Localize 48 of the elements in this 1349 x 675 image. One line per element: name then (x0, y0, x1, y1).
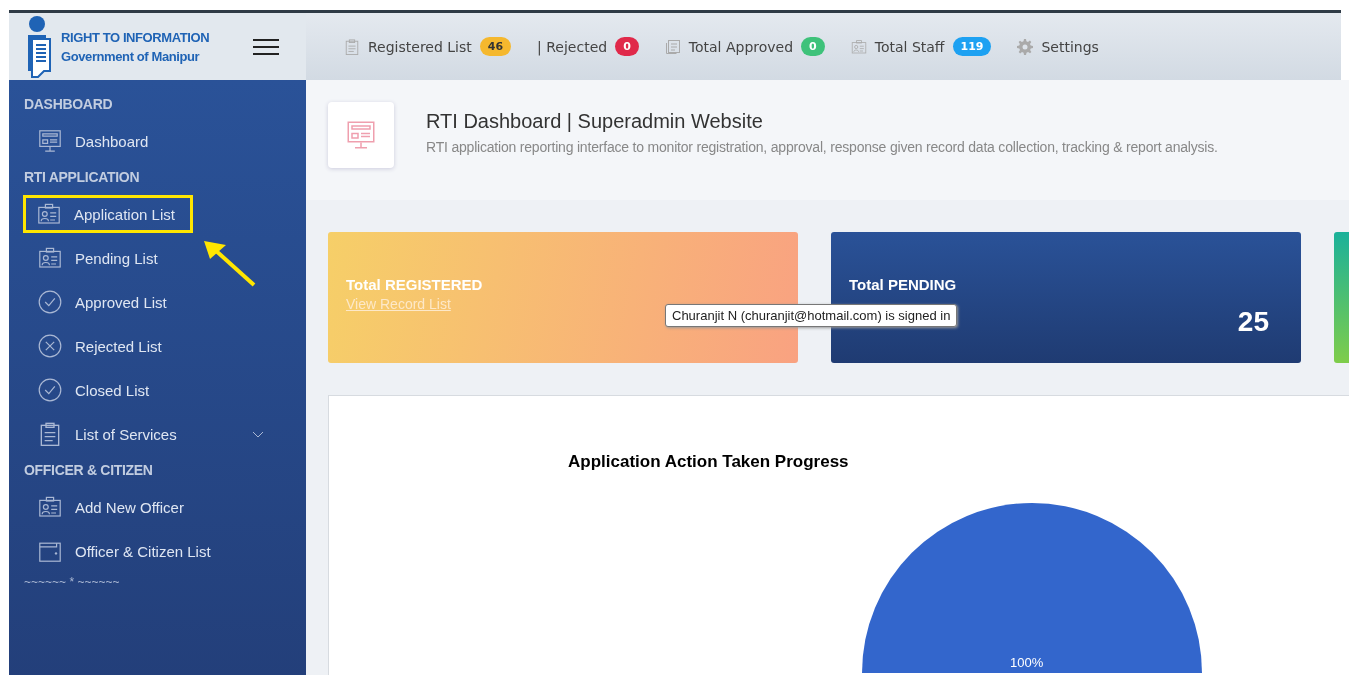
tooltip: Churanjit N (churanjit@hotmail.com) is signed in (665, 304, 958, 327)
section-heading: RTI APPLICATION (24, 169, 141, 185)
cross-icon (38, 334, 62, 358)
logo-title: RIGHT TO INFORMATION (61, 28, 210, 47)
sidebar-item[interactable]: List of Services (24, 418, 264, 450)
card-title: Total REGISTERED (346, 276, 484, 293)
clipboard-icon (38, 422, 62, 446)
count-badge: 119 (952, 37, 992, 56)
page-title: RTI Dashboard | Superadmin Website (426, 110, 764, 133)
check-icon (38, 290, 62, 314)
sidebar-item[interactable]: Dashboard (24, 125, 264, 157)
logo-subtitle: Government of Manipur (61, 47, 201, 66)
idcard-icon (37, 202, 61, 226)
idcard-icon (38, 495, 62, 519)
sidebar-item[interactable]: Approved List (24, 286, 264, 318)
nav-link[interactable]: Registered List (344, 38, 472, 55)
card-value: 25 (1237, 306, 1269, 338)
chart-title: Application Action Taken Progress (568, 452, 850, 472)
sidebar-item[interactable]: Officer & Citizen List (24, 535, 264, 567)
slice-label: 100% (1010, 655, 1044, 670)
nav-link[interactable]: | Rejected (537, 38, 608, 55)
nav-link[interactable]: Total Approved (664, 38, 794, 55)
nav-idcard-icon (850, 38, 867, 55)
section-heading: OFFICER & CITIZEN (24, 462, 154, 478)
annotation-arrow (202, 239, 258, 289)
sidebar-item[interactable]: Closed List (24, 374, 264, 406)
nav-document-icon (664, 38, 681, 55)
idcard-icon (38, 246, 62, 270)
nav-link[interactable]: Settings (1017, 38, 1099, 55)
sidebar-separator: ~~~~~~ * ~~~~~~ (24, 575, 121, 589)
menu-icon[interactable] (253, 38, 279, 55)
sidebar-item[interactable]: Rejected List (24, 330, 264, 362)
monitor-icon (38, 129, 62, 153)
check-icon (38, 378, 62, 402)
count-badge: 46 (479, 37, 512, 56)
nav-gear-icon (1017, 38, 1034, 55)
count-badge: 0 (615, 37, 639, 56)
sidebar-item[interactable]: Pending List (24, 242, 264, 274)
section-heading: DASHBOARD (24, 96, 114, 112)
sidebar-item[interactable]: Add New Officer (24, 491, 264, 523)
nav-link[interactable]: Total Staff (850, 38, 945, 55)
page-subtitle: RTI application reporting interface to monitor registration, approval, response given record data collection, tracking & report analysis. (426, 139, 1218, 155)
document-person-logo-icon (25, 14, 53, 79)
card-title: Total PENDING (849, 276, 958, 293)
monitor-icon (346, 120, 376, 150)
sidebar-item[interactable]: Application List (23, 195, 193, 233)
count-badge: 0 (801, 37, 825, 56)
nav-clipboard-icon (344, 38, 360, 55)
